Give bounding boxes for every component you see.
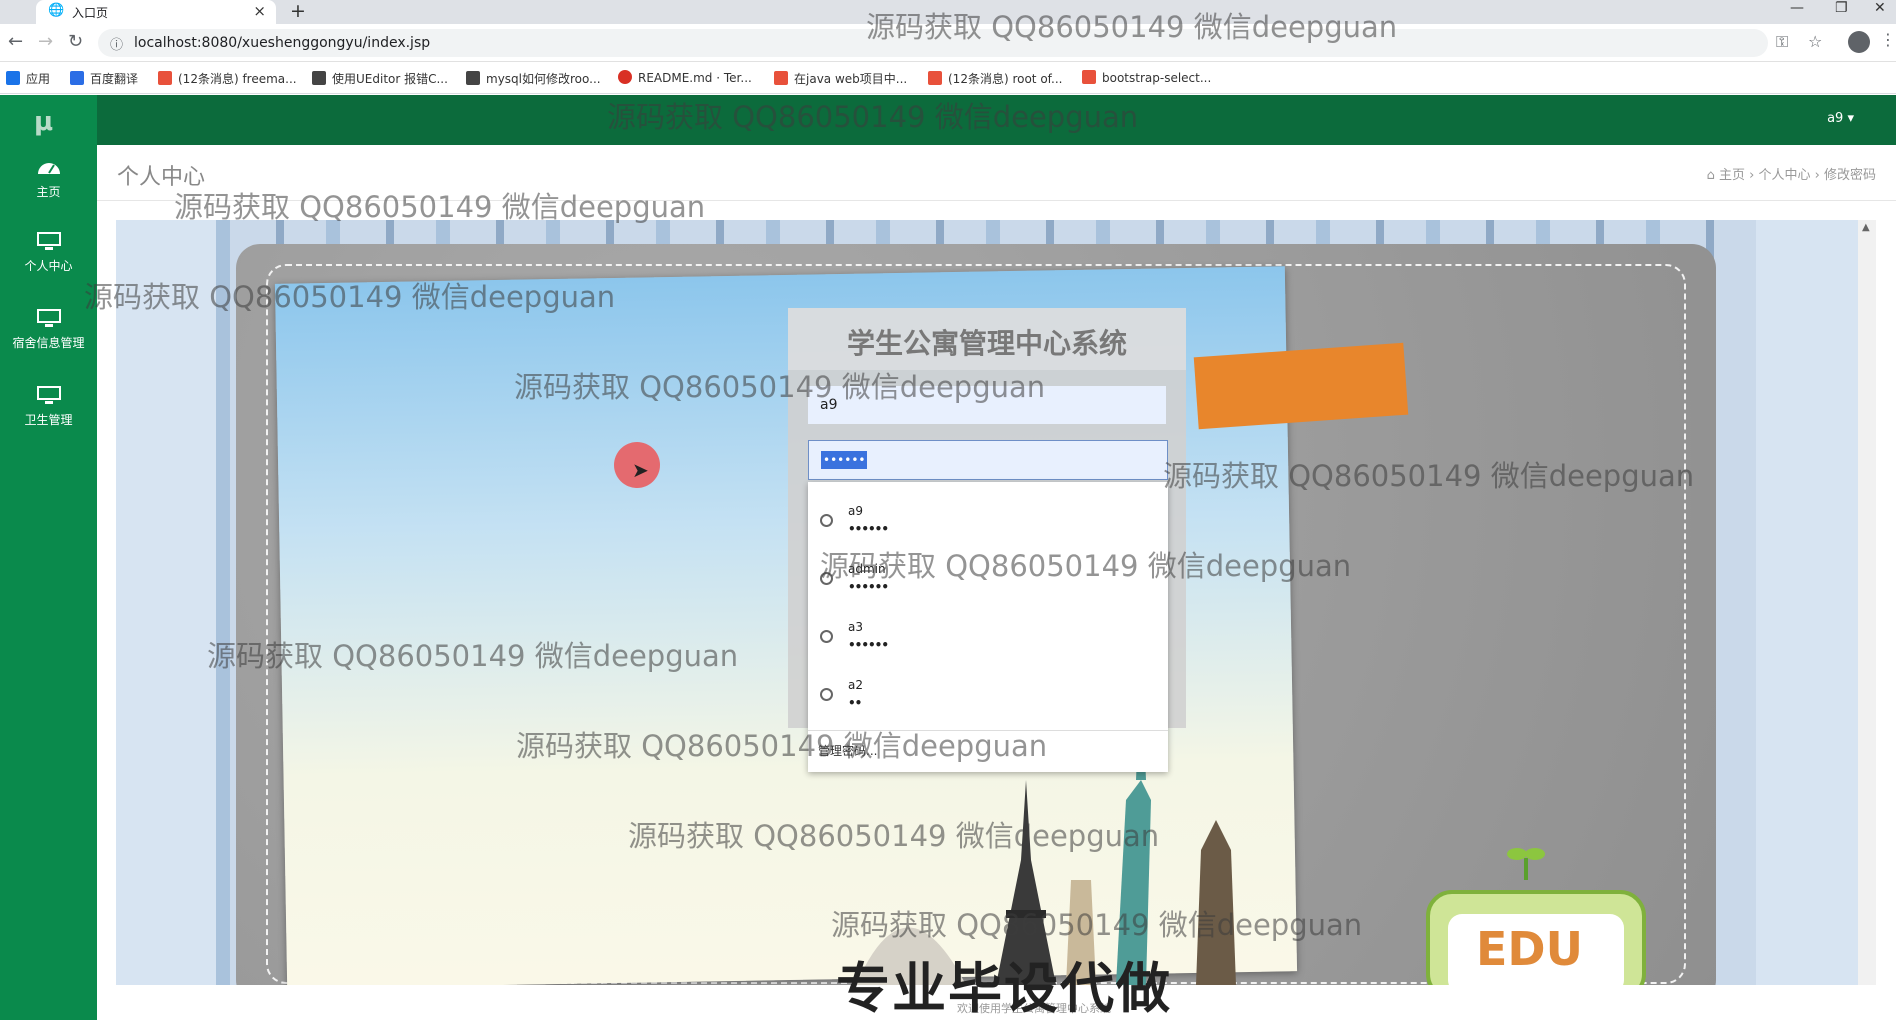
password-input[interactable]: •••••• [808, 440, 1168, 480]
csdn-icon [158, 71, 172, 85]
sidebar-item-home[interactable]: 主页 [0, 157, 97, 227]
scrollbar[interactable]: ▲ [1858, 220, 1876, 985]
watermark-text: 源码获取 QQ86050149 微信deepguan [174, 190, 706, 224]
slogan-overlay: 专业毕设代做 [836, 957, 1172, 1020]
breadcrumb-personal-center[interactable]: 个人中心 [1758, 168, 1810, 183]
saved-credential-item[interactable]: a3 •••••• [808, 612, 1168, 670]
watermark-text: 源码获取 QQ86050149 微信deepguan [820, 549, 1352, 583]
sidebar-item-label: 宿舍信息管理 [12, 336, 85, 350]
password-selected-text: •••••• [821, 451, 868, 469]
saved-credential-item[interactable]: a2 •• [808, 670, 1168, 728]
login-title: 学生公寓管理中心系统 [846, 327, 1127, 360]
sprout-decoration [1506, 840, 1546, 880]
watermark-text: 源码获取 QQ86050149 微信deepguan [628, 819, 1160, 853]
bookmark-item[interactable]: 在java web项目中... [774, 70, 907, 87]
watermark-text: 源码获取 QQ86050149 微信deepguan [831, 908, 1363, 942]
edu-logo-text: EDU [1476, 922, 1583, 976]
watermark-text: 源码获取 QQ86050149 微信deepguan [207, 639, 739, 673]
user-menu-dropdown[interactable]: a9 ▾ [1827, 111, 1854, 126]
saved-username: a2 [848, 678, 863, 692]
home-icon: ⌂ [1706, 168, 1719, 183]
bookmark-site-icon [466, 71, 480, 85]
breadcrumb-home[interactable]: 主页 [1719, 168, 1745, 183]
profile-avatar-icon[interactable] [1848, 31, 1870, 53]
key-icon [820, 630, 833, 643]
sidebar-item-dorm-info[interactable]: 宿舍信息管理 [0, 308, 97, 378]
breadcrumb: ⌂ 主页 › 个人中心 › 修改密码 [1707, 164, 1876, 183]
baidu-translate-icon [70, 71, 84, 85]
saved-password-mask: •••••• [848, 638, 889, 652]
bookmark-item[interactable]: README.md · Ter... [618, 70, 752, 85]
key-icon[interactable]: ⚿ [1776, 32, 1788, 52]
key-icon [820, 514, 833, 527]
bookmark-item[interactable]: bootstrap-select... [1082, 70, 1211, 85]
close-tab-icon[interactable]: × [253, 2, 266, 20]
reload-icon[interactable]: ↻ [68, 31, 83, 52]
dashboard-icon [37, 163, 60, 174]
bookmark-item[interactable]: (12条消息) freema... [158, 70, 297, 87]
saved-password-mask: •••••• [848, 522, 889, 536]
watermark-text: 源码获取 QQ86050149 微信deepguan [516, 729, 1048, 763]
sidebar-item-label: 主页 [36, 185, 61, 199]
edu-badge: EDU [1426, 890, 1646, 985]
bookmark-item[interactable]: 使用UEditor 报错C... [312, 70, 448, 87]
sidebar-item-hygiene[interactable]: 卫生管理 [0, 385, 97, 455]
saved-username: a3 [848, 620, 863, 634]
bookmark-item[interactable]: (12条消息) root of... [928, 70, 1062, 87]
app-sidebar: μ 主页 个人中心 宿舍信息管理 卫生管理 [0, 95, 97, 1020]
browser-tab[interactable]: 🌐 入口页 × [36, 0, 276, 24]
orange-tape-decoration [1193, 342, 1409, 430]
bookmarks-bar: 应用 百度翻译 (12条消息) freema... 使用UEditor 报错C.… [0, 62, 1896, 94]
saved-username: a9 [848, 504, 863, 518]
url-text: localhost:8080/xueshenggongyu/index.jsp [134, 35, 431, 51]
key-icon [820, 688, 833, 701]
info-icon[interactable]: ⓘ [110, 34, 123, 53]
sidebar-item-personal-center[interactable]: 个人中心 [0, 231, 97, 301]
csdn-icon [928, 71, 942, 85]
star-icon[interactable]: ☆ [1808, 32, 1822, 51]
watermark-text: 源码获取 QQ86050149 微信deepguan [607, 100, 1139, 134]
monitor-icon [36, 309, 61, 327]
chevron-right-icon: › [1814, 168, 1824, 183]
new-tab-button[interactable]: + [290, 0, 306, 22]
monitor-icon [36, 232, 61, 250]
bookmark-item[interactable]: 应用 [6, 70, 50, 87]
minimize-icon[interactable]: — [1790, 0, 1804, 16]
sidebar-item-label: 个人中心 [24, 259, 73, 273]
globe-icon: 🌐 [48, 3, 65, 18]
watermark-text: 源码获取 QQ86050149 微信deepguan [866, 10, 1398, 44]
saved-password-mask: •• [848, 696, 862, 710]
watermark-text: 源码获取 QQ86050149 微信deepguan [514, 370, 1046, 404]
gitee-icon [618, 70, 632, 84]
bookmark-item[interactable]: mysql如何修改roo... [466, 70, 601, 87]
csdn-icon [774, 71, 788, 85]
bookmark-site-icon [312, 71, 326, 85]
more-menu-icon[interactable]: ⋮ [1880, 30, 1896, 49]
bookmark-item[interactable]: 百度翻译 [70, 70, 138, 87]
monitor-icon [36, 386, 61, 404]
mouse-cursor-icon: ➤ [632, 458, 649, 482]
restore-icon[interactable]: ❐ [1835, 0, 1848, 16]
watermark-text: 源码获取 QQ86050149 微信deepguan [1163, 459, 1695, 493]
sidebar-item-label: 卫生管理 [24, 413, 73, 427]
tab-title: 入口页 [72, 6, 109, 20]
jianshu-icon [1082, 70, 1096, 84]
scroll-up-arrow-icon[interactable]: ▲ [1862, 222, 1870, 233]
back-icon[interactable]: ← [8, 31, 23, 52]
app-logo: μ [34, 107, 54, 137]
breadcrumb-change-password: 修改密码 [1823, 168, 1876, 183]
close-window-icon[interactable]: ✕ [1874, 0, 1886, 16]
apps-grid-icon [6, 71, 20, 85]
watermark-text: 源码获取 QQ86050149 微信deepguan [84, 280, 616, 314]
forward-icon[interactable]: → [38, 31, 53, 52]
